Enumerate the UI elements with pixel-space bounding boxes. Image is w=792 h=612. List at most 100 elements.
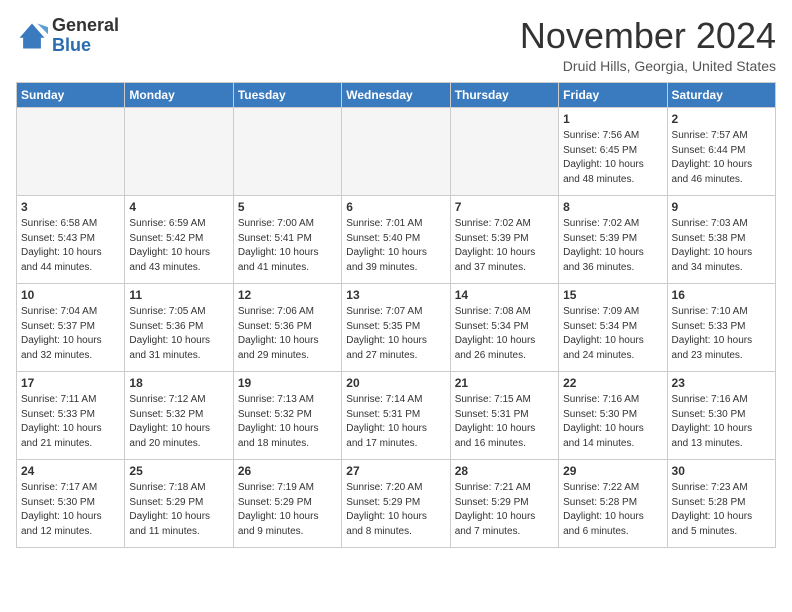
calendar-cell: 24Sunrise: 7:17 AMSunset: 5:30 PMDayligh…: [17, 459, 125, 547]
calendar-cell: 18Sunrise: 7:12 AMSunset: 5:32 PMDayligh…: [125, 371, 233, 459]
day-info: Sunrise: 7:14 AMSunset: 5:31 PMDaylight:…: [346, 393, 445, 451]
day-number: 30: [672, 463, 771, 480]
day-number: 7: [455, 199, 554, 216]
calendar-cell: 19Sunrise: 7:13 AMSunset: 5:32 PMDayligh…: [233, 371, 341, 459]
weekday-header-friday: Friday: [559, 82, 667, 107]
day-number: 19: [238, 375, 337, 392]
calendar-cell: 23Sunrise: 7:16 AMSunset: 5:30 PMDayligh…: [667, 371, 775, 459]
weekday-header-thursday: Thursday: [450, 82, 558, 107]
logo-text: General Blue: [52, 16, 119, 56]
calendar-cell: 25Sunrise: 7:18 AMSunset: 5:29 PMDayligh…: [125, 459, 233, 547]
logo: General Blue: [16, 16, 119, 56]
day-info: Sunrise: 6:59 AMSunset: 5:42 PMDaylight:…: [129, 217, 228, 275]
calendar-cell: 3Sunrise: 6:58 AMSunset: 5:43 PMDaylight…: [17, 195, 125, 283]
logo-icon: [16, 20, 48, 52]
calendar-week-row: 10Sunrise: 7:04 AMSunset: 5:37 PMDayligh…: [17, 283, 776, 371]
day-number: 14: [455, 287, 554, 304]
calendar-cell: 8Sunrise: 7:02 AMSunset: 5:39 PMDaylight…: [559, 195, 667, 283]
day-info: Sunrise: 7:03 AMSunset: 5:38 PMDaylight:…: [672, 217, 771, 275]
calendar-cell: 10Sunrise: 7:04 AMSunset: 5:37 PMDayligh…: [17, 283, 125, 371]
calendar-header-row: SundayMondayTuesdayWednesdayThursdayFrid…: [17, 82, 776, 107]
day-number: 11: [129, 287, 228, 304]
weekday-header-monday: Monday: [125, 82, 233, 107]
day-info: Sunrise: 7:23 AMSunset: 5:28 PMDaylight:…: [672, 481, 771, 539]
day-info: Sunrise: 7:13 AMSunset: 5:32 PMDaylight:…: [238, 393, 337, 451]
day-info: Sunrise: 7:00 AMSunset: 5:41 PMDaylight:…: [238, 217, 337, 275]
day-number: 29: [563, 463, 662, 480]
day-number: 5: [238, 199, 337, 216]
day-number: 26: [238, 463, 337, 480]
calendar-cell: 17Sunrise: 7:11 AMSunset: 5:33 PMDayligh…: [17, 371, 125, 459]
calendar-cell: [233, 107, 341, 195]
calendar-cell: 2Sunrise: 7:57 AMSunset: 6:44 PMDaylight…: [667, 107, 775, 195]
calendar-cell: 11Sunrise: 7:05 AMSunset: 5:36 PMDayligh…: [125, 283, 233, 371]
calendar-week-row: 24Sunrise: 7:17 AMSunset: 5:30 PMDayligh…: [17, 459, 776, 547]
day-info: Sunrise: 7:07 AMSunset: 5:35 PMDaylight:…: [346, 305, 445, 363]
weekday-header-wednesday: Wednesday: [342, 82, 450, 107]
day-number: 6: [346, 199, 445, 216]
weekday-header-saturday: Saturday: [667, 82, 775, 107]
day-info: Sunrise: 7:20 AMSunset: 5:29 PMDaylight:…: [346, 481, 445, 539]
calendar-cell: 30Sunrise: 7:23 AMSunset: 5:28 PMDayligh…: [667, 459, 775, 547]
weekday-header-tuesday: Tuesday: [233, 82, 341, 107]
logo-general-text: General: [52, 16, 119, 36]
calendar-cell: 26Sunrise: 7:19 AMSunset: 5:29 PMDayligh…: [233, 459, 341, 547]
day-number: 17: [21, 375, 120, 392]
calendar-cell: 16Sunrise: 7:10 AMSunset: 5:33 PMDayligh…: [667, 283, 775, 371]
day-info: Sunrise: 7:08 AMSunset: 5:34 PMDaylight:…: [455, 305, 554, 363]
calendar-week-row: 3Sunrise: 6:58 AMSunset: 5:43 PMDaylight…: [17, 195, 776, 283]
day-info: Sunrise: 7:05 AMSunset: 5:36 PMDaylight:…: [129, 305, 228, 363]
calendar-cell: 22Sunrise: 7:16 AMSunset: 5:30 PMDayligh…: [559, 371, 667, 459]
day-info: Sunrise: 7:02 AMSunset: 5:39 PMDaylight:…: [455, 217, 554, 275]
day-info: Sunrise: 7:09 AMSunset: 5:34 PMDaylight:…: [563, 305, 662, 363]
day-number: 13: [346, 287, 445, 304]
day-number: 8: [563, 199, 662, 216]
day-number: 25: [129, 463, 228, 480]
calendar-cell: [17, 107, 125, 195]
day-info: Sunrise: 7:18 AMSunset: 5:29 PMDaylight:…: [129, 481, 228, 539]
day-number: 27: [346, 463, 445, 480]
calendar-cell: 4Sunrise: 6:59 AMSunset: 5:42 PMDaylight…: [125, 195, 233, 283]
day-number: 12: [238, 287, 337, 304]
day-info: Sunrise: 7:22 AMSunset: 5:28 PMDaylight:…: [563, 481, 662, 539]
calendar-cell: 14Sunrise: 7:08 AMSunset: 5:34 PMDayligh…: [450, 283, 558, 371]
day-number: 22: [563, 375, 662, 392]
day-number: 23: [672, 375, 771, 392]
day-info: Sunrise: 7:16 AMSunset: 5:30 PMDaylight:…: [563, 393, 662, 451]
day-number: 16: [672, 287, 771, 304]
calendar-cell: 1Sunrise: 7:56 AMSunset: 6:45 PMDaylight…: [559, 107, 667, 195]
day-number: 18: [129, 375, 228, 392]
page-header: General Blue November 2024 Druid Hills, …: [16, 16, 776, 74]
day-info: Sunrise: 7:19 AMSunset: 5:29 PMDaylight:…: [238, 481, 337, 539]
calendar-cell: 29Sunrise: 7:22 AMSunset: 5:28 PMDayligh…: [559, 459, 667, 547]
location-text: Druid Hills, Georgia, United States: [520, 58, 776, 74]
month-title: November 2024: [520, 16, 776, 56]
day-number: 1: [563, 111, 662, 128]
day-info: Sunrise: 7:57 AMSunset: 6:44 PMDaylight:…: [672, 129, 771, 187]
day-info: Sunrise: 7:21 AMSunset: 5:29 PMDaylight:…: [455, 481, 554, 539]
day-number: 3: [21, 199, 120, 216]
day-number: 24: [21, 463, 120, 480]
weekday-header-sunday: Sunday: [17, 82, 125, 107]
calendar-cell: 15Sunrise: 7:09 AMSunset: 5:34 PMDayligh…: [559, 283, 667, 371]
calendar-cell: [342, 107, 450, 195]
day-info: Sunrise: 7:16 AMSunset: 5:30 PMDaylight:…: [672, 393, 771, 451]
calendar-cell: 12Sunrise: 7:06 AMSunset: 5:36 PMDayligh…: [233, 283, 341, 371]
calendar-week-row: 1Sunrise: 7:56 AMSunset: 6:45 PMDaylight…: [17, 107, 776, 195]
day-info: Sunrise: 7:11 AMSunset: 5:33 PMDaylight:…: [21, 393, 120, 451]
calendar-week-row: 17Sunrise: 7:11 AMSunset: 5:33 PMDayligh…: [17, 371, 776, 459]
day-info: Sunrise: 7:06 AMSunset: 5:36 PMDaylight:…: [238, 305, 337, 363]
day-info: Sunrise: 7:17 AMSunset: 5:30 PMDaylight:…: [21, 481, 120, 539]
calendar-cell: 28Sunrise: 7:21 AMSunset: 5:29 PMDayligh…: [450, 459, 558, 547]
calendar-cell: 21Sunrise: 7:15 AMSunset: 5:31 PMDayligh…: [450, 371, 558, 459]
calendar-cell: 13Sunrise: 7:07 AMSunset: 5:35 PMDayligh…: [342, 283, 450, 371]
day-info: Sunrise: 7:12 AMSunset: 5:32 PMDaylight:…: [129, 393, 228, 451]
logo-blue-text: Blue: [52, 36, 119, 56]
day-info: Sunrise: 7:15 AMSunset: 5:31 PMDaylight:…: [455, 393, 554, 451]
day-number: 20: [346, 375, 445, 392]
day-info: Sunrise: 6:58 AMSunset: 5:43 PMDaylight:…: [21, 217, 120, 275]
calendar-cell: 20Sunrise: 7:14 AMSunset: 5:31 PMDayligh…: [342, 371, 450, 459]
title-block: November 2024 Druid Hills, Georgia, Unit…: [520, 16, 776, 74]
day-number: 21: [455, 375, 554, 392]
calendar-cell: [450, 107, 558, 195]
